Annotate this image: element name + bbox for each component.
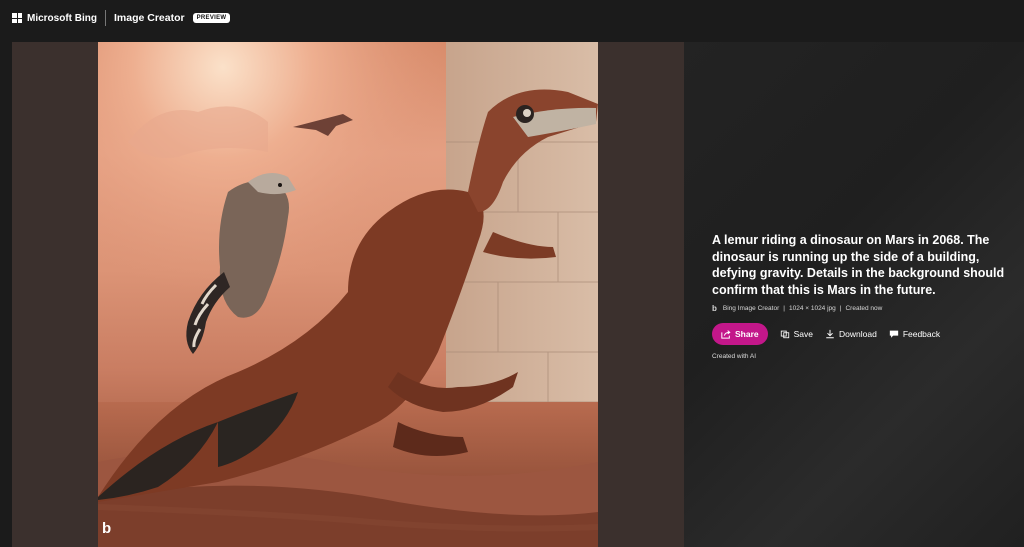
save-icon xyxy=(780,330,789,339)
share-button[interactable]: Share xyxy=(712,323,768,345)
save-button[interactable]: Save xyxy=(780,329,813,339)
microsoft-bing-logo[interactable]: Microsoft Bing xyxy=(12,8,97,28)
download-button[interactable]: Download xyxy=(825,329,877,339)
feedback-icon xyxy=(889,330,898,338)
image-size: 1024 × 1024 jpg xyxy=(788,305,836,312)
bing-watermark-icon: b xyxy=(102,520,112,537)
feedback-label: Feedback xyxy=(902,329,941,339)
share-icon xyxy=(721,330,731,339)
microsoft-logo-icon xyxy=(12,13,22,23)
created-with-ai-label: Created with AI xyxy=(712,353,757,360)
action-bar: Share Save Download Feedback xyxy=(712,323,940,345)
product-title[interactable]: Image Creator xyxy=(114,12,185,24)
created-time: Created now xyxy=(845,305,883,312)
share-label: Share xyxy=(735,329,759,339)
save-label: Save xyxy=(793,329,813,339)
download-label: Download xyxy=(839,329,877,339)
prompt-caption: A lemur riding a dinosaur on Mars in 206… xyxy=(712,233,1005,297)
header-divider xyxy=(105,10,106,26)
generated-image[interactable]: b xyxy=(98,42,598,547)
image-metadata: b Bing Image Creator | 1024 × 1024 jpg |… xyxy=(712,304,882,313)
top-bar: Microsoft Bing Image Creator PREVIEW xyxy=(0,0,1024,36)
bing-icon: b xyxy=(712,304,717,313)
meta-separator: | xyxy=(839,305,842,312)
brand-name: Microsoft Bing xyxy=(27,12,97,24)
download-icon xyxy=(826,329,834,339)
image-viewer: b xyxy=(12,42,684,547)
preview-badge: PREVIEW xyxy=(192,13,231,23)
source-label: Bing Image Creator xyxy=(722,305,780,312)
feedback-button[interactable]: Feedback xyxy=(889,329,940,339)
meta-separator: | xyxy=(783,305,785,312)
generated-image-artwork xyxy=(98,42,598,547)
